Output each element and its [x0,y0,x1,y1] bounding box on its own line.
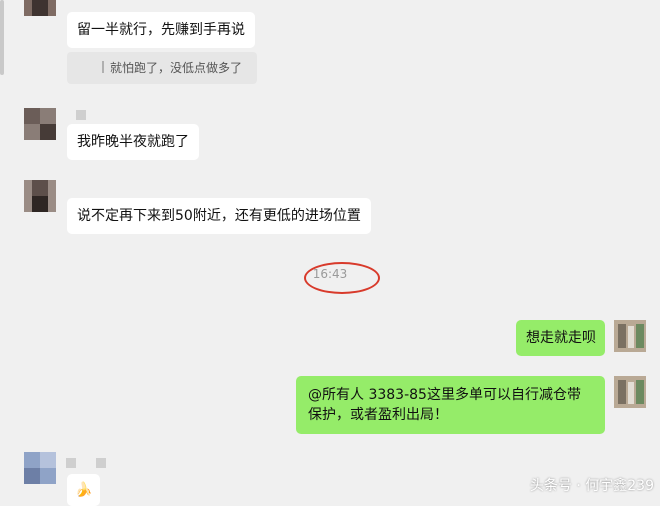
sender-name-redacted [76,110,86,120]
quoted-message[interactable]: 就怕跑了，没低点做多了 [67,52,257,84]
avatar[interactable] [24,108,56,140]
watermark: 头条号 · 何宇鑫239 [529,478,654,494]
avatar[interactable] [24,0,56,16]
sender-name-redacted [96,458,106,468]
sender-name-redacted [66,458,76,468]
avatar[interactable] [24,452,56,484]
message-text: 说不定再下来到50附近，还有更低的进场位置 [77,208,361,224]
my-avatar[interactable] [614,376,646,408]
message-text: 留一半就行，先赚到手再说 [77,22,245,38]
banana-emoji: 🍌 [75,482,93,498]
quote-text: 就怕跑了，没低点做多了 [110,61,243,75]
message-bubble[interactable]: 我昨晚半夜就跑了 [67,124,199,160]
quote-bar [102,61,104,73]
my-message-bubble[interactable]: 想走就走呗 [516,320,605,356]
message-text: 想走就走呗 [526,330,596,346]
my-message-bubble[interactable]: @所有人 3383-85这里多单可以自行减仓带保护，或者盈利出局！ [296,376,605,434]
message-text: 我昨晚半夜就跑了 [77,134,189,150]
my-avatar[interactable] [614,320,646,352]
message-bubble[interactable]: 说不定再下来到50附近，还有更低的进场位置 [67,198,371,234]
message-bubble[interactable]: 留一半就行，先赚到手再说 [67,12,255,48]
highlight-circle [304,262,380,294]
scrollbar[interactable] [0,0,4,75]
message-text: @所有人 3383-85这里多单可以自行减仓带保护，或者盈利出局！ [308,387,581,423]
avatar[interactable] [24,180,56,212]
message-bubble[interactable]: 🍌 [67,474,101,506]
